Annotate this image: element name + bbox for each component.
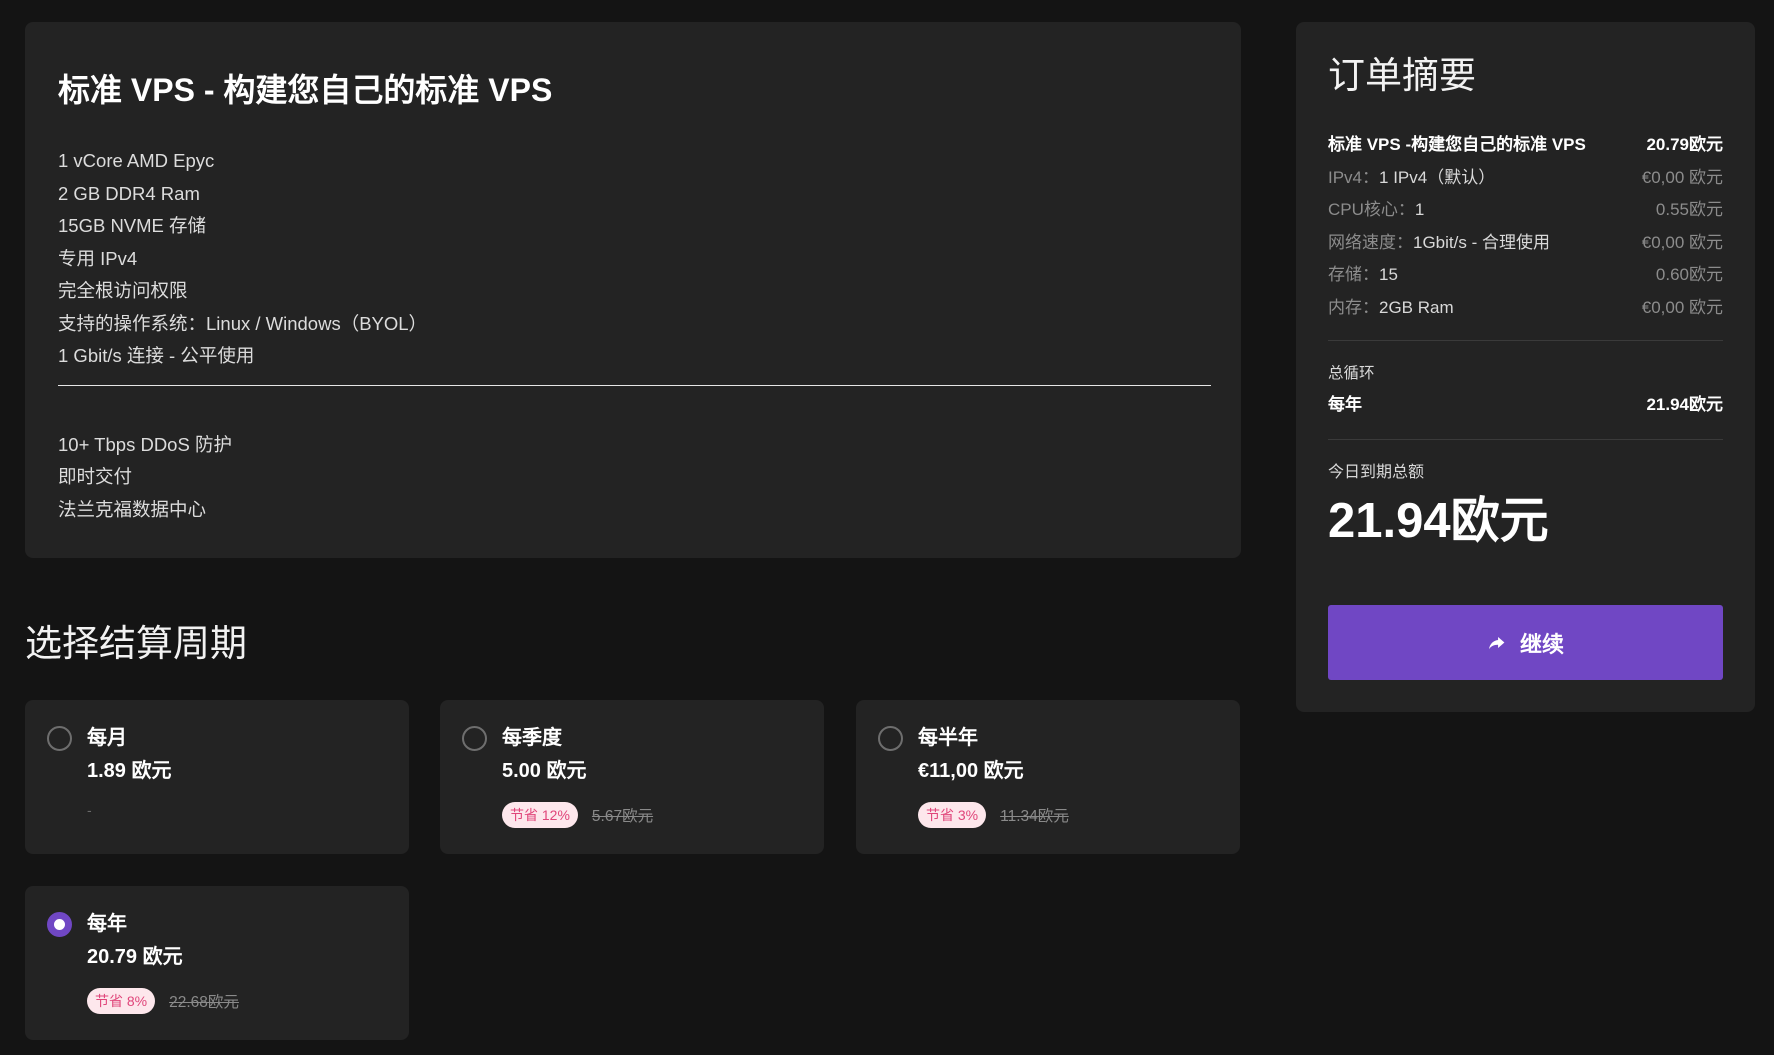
feature-item: 15GB NVME 存储 <box>58 215 207 236</box>
feature-list-main: 1 vCore AMD Epyc 2 GB DDR4 Ram 15GB NVME… <box>58 145 1209 373</box>
billing-option-price: 1.89 欧元 <box>87 760 172 782</box>
summary-item-row: 网络速度：1Gbit/s - 合理使用 €0,00 欧元 <box>1328 227 1723 260</box>
billing-option-meta: 节省 3% 11.34欧元 <box>918 802 1069 828</box>
billing-cycle-heading: 选择结算周期 <box>25 623 247 664</box>
radio-button[interactable] <box>462 726 487 751</box>
share-arrow-icon <box>1488 636 1505 650</box>
billing-option-price: 20.79 欧元 <box>87 946 183 968</box>
recurring-total-row: 每年 21.94欧元 <box>1328 387 1723 423</box>
recurring-total-label: 总循环 <box>1328 365 1375 382</box>
product-card: 标准 VPS - 构建您自己的标准 VPS 1 vCore AMD Epyc 2… <box>25 22 1241 558</box>
due-today-amount: 21.94欧元 <box>1328 494 1549 548</box>
continue-button[interactable]: 继续 <box>1328 605 1723 680</box>
original-price: 5.67欧元 <box>591 808 654 825</box>
summary-item-value: 15 <box>1379 265 1398 284</box>
order-summary: 订单摘要 标准 VPS -构建您自己的标准 VPS 20.79欧元 IPv4：1… <box>1296 22 1755 712</box>
summary-item-value: 1 IPv4（默认） <box>1379 167 1496 187</box>
summary-item-price: 0.60欧元 <box>1655 265 1723 284</box>
savings-badge: 节省 8% <box>87 988 156 1014</box>
billing-option-name: 每年 <box>87 913 127 935</box>
recurring-period: 每年 <box>1328 395 1362 414</box>
feature-item: 2 GB DDR4 Ram <box>58 182 200 204</box>
summary-item-key: IPv4： <box>1328 167 1380 187</box>
billing-option-price: 5.00 欧元 <box>502 760 587 782</box>
original-price: 11.34欧元 <box>1000 808 1069 825</box>
feature-item: 专用 IPv4 <box>58 247 138 269</box>
savings-badge: 节省 12% <box>502 802 578 828</box>
billing-option-annually[interactable]: 每年 20.79 欧元 节省 8% 22.68欧元 <box>25 886 409 1040</box>
summary-item-price: €0,00 欧元 <box>1641 232 1723 252</box>
feature-divider <box>58 384 1211 386</box>
summary-title: 订单摘要 <box>1328 55 1476 96</box>
summary-item-price: 0.55欧元 <box>1655 200 1723 219</box>
summary-divider <box>1328 340 1723 341</box>
billing-option-name: 每季度 <box>502 727 562 749</box>
billing-option-meta: 节省 8% 22.68欧元 <box>87 988 239 1014</box>
summary-item-key: CPU核心： <box>1328 200 1415 219</box>
summary-item-key: 网络速度： <box>1328 232 1413 252</box>
billing-option-meta: - <box>87 802 92 818</box>
feature-item: 支持的操作系统：Linux / Windows（BYOL） <box>58 312 428 334</box>
due-today-label: 今日到期总额 <box>1328 464 1425 481</box>
no-discount-placeholder: - <box>87 802 92 818</box>
summary-item-price: €0,00 欧元 <box>1641 297 1723 317</box>
summary-item-key: 内存： <box>1328 297 1379 317</box>
summary-item-row: CPU核心：1 0.55欧元 <box>1328 194 1723 227</box>
recurring-amount: 21.94欧元 <box>1646 395 1723 414</box>
billing-option-quarterly[interactable]: 每季度 5.00 欧元 节省 12% 5.67欧元 <box>440 700 824 854</box>
summary-product-row: 标准 VPS -构建您自己的标准 VPS 20.79欧元 <box>1328 129 1723 162</box>
summary-item-price: €0,00 欧元 <box>1641 167 1723 187</box>
product-title: 标准 VPS - 构建您自己的标准 VPS <box>58 72 553 108</box>
summary-item-value: 2GB Ram <box>1379 297 1454 317</box>
billing-option-meta: 节省 12% 5.67欧元 <box>502 802 653 828</box>
billing-option-name: 每半年 <box>918 727 978 749</box>
radio-button-selected[interactable] <box>47 912 72 937</box>
summary-item-key: 存储： <box>1328 265 1379 284</box>
feature-list-extra: 10+ Tbps DDoS 防护 即时交付 法兰克福数据中心 <box>58 429 1209 527</box>
summary-divider <box>1328 439 1723 440</box>
summary-item-row: 内存：2GB Ram €0,00 欧元 <box>1328 292 1723 325</box>
summary-item-value: 1 <box>1414 200 1425 219</box>
summary-item-row: 存储：15 0.60欧元 <box>1328 259 1723 292</box>
radio-button[interactable] <box>878 726 903 751</box>
billing-option-name: 每月 <box>87 727 127 749</box>
summary-item-value: 1Gbit/s - 合理使用 <box>1413 232 1550 252</box>
billing-option-semiannual[interactable]: 每半年 €11,00 欧元 节省 3% 11.34欧元 <box>856 700 1240 854</box>
feature-item: 即时交付 <box>58 466 133 487</box>
continue-label: 继续 <box>1519 631 1564 657</box>
savings-badge: 节省 3% <box>918 802 987 828</box>
original-price: 22.68欧元 <box>169 994 239 1011</box>
feature-item: 1 Gbit/s 连接 - 公平使用 <box>58 345 255 366</box>
billing-option-price: €11,00 欧元 <box>918 760 1024 782</box>
feature-item: 1 vCore AMD Epyc <box>58 150 215 171</box>
summary-product-name: 标准 VPS -构建您自己的标准 VPS <box>1328 135 1586 154</box>
feature-item: 完全根访问权限 <box>58 280 188 301</box>
radio-button[interactable] <box>47 726 72 751</box>
summary-product-price: 20.79欧元 <box>1646 135 1723 154</box>
feature-item: 10+ Tbps DDoS 防护 <box>58 433 232 455</box>
billing-option-monthly[interactable]: 每月 1.89 欧元 - <box>25 700 409 854</box>
checkout-page: 标准 VPS - 构建您自己的标准 VPS 1 vCore AMD Epyc 2… <box>0 0 1774 1055</box>
summary-item-row: IPv4：1 IPv4（默认） €0,00 欧元 <box>1328 162 1723 195</box>
feature-item: 法兰克福数据中心 <box>58 498 207 520</box>
